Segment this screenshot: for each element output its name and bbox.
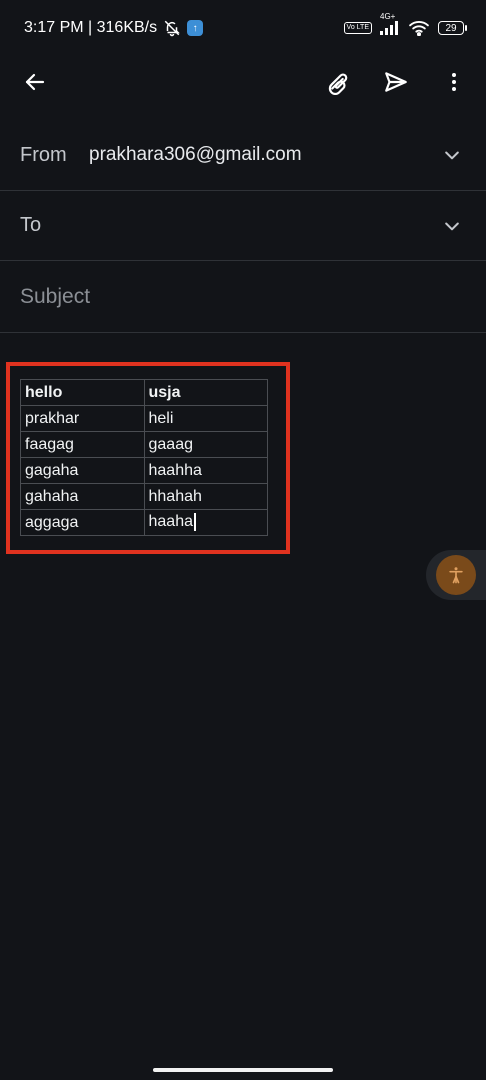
from-label: From [20,143,67,166]
upload-badge-icon: ↑ [187,20,204,36]
signal-icon: 4G+ [380,12,400,35]
table-cell[interactable]: heli [143,405,268,432]
home-indicator[interactable] [153,1068,333,1072]
send-button[interactable] [374,56,418,108]
to-row[interactable]: To [0,191,486,261]
table-cell[interactable]: faagag [20,431,145,458]
more-vert-icon [452,73,456,91]
status-left: 3:17 PM | 316KB/s ↑ [24,19,204,37]
table-cell[interactable]: gaaag [143,431,268,458]
battery-icon: 29 [438,21,467,35]
from-row[interactable]: From prakhara306@gmail.com [0,120,486,191]
arrow-left-icon [25,73,45,91]
more-options-button[interactable] [432,56,476,108]
table-cell[interactable]: aggaga [20,509,145,536]
table-header-row: hello usja [20,379,268,406]
table-row: faagag gaaag [20,431,268,458]
status-right: Vo LTE 4G+ 29 [343,12,467,36]
table-cell[interactable]: hhahah [143,483,268,510]
chevron-down-icon[interactable] [442,216,462,236]
chevron-down-icon[interactable] [442,145,462,165]
text-cursor [194,513,196,532]
table-header-cell[interactable]: hello [20,379,145,406]
from-value[interactable]: prakhara306@gmail.com [89,144,302,166]
table-cell[interactable]: gagaha [20,457,145,484]
paperclip-icon [328,73,348,95]
attach-button[interactable] [316,56,360,108]
send-icon [385,72,407,92]
back-button[interactable] [13,56,57,108]
status-time-speed: 3:17 PM | 316KB/s [24,19,158,36]
to-label: To [20,214,42,236]
table-header-cell[interactable]: usja [143,379,268,406]
subject-row[interactable]: Subject [0,261,486,333]
email-body-table[interactable]: hello usja prakhar heli faagag gaaag gag… [20,379,268,536]
network-type: 4G+ [380,12,396,21]
table-row: aggaga haaha [20,509,268,536]
table-row: prakhar heli [20,405,268,432]
volte-icon: Vo LTE [343,22,372,34]
table-row: gahaha hhahah [20,483,268,510]
table-row: gagaha haahha [20,457,268,484]
table-cell-with-cursor[interactable]: haaha [143,509,268,536]
table-cell[interactable]: haahha [143,457,268,484]
table-cell[interactable]: gahaha [20,483,145,510]
accessibility-icon [436,555,476,595]
table-cell[interactable]: prakhar [20,405,145,432]
subject-input[interactable]: Subject [20,285,90,309]
status-bar: 3:17 PM | 316KB/s ↑ Vo LTE 4G+ 29 [0,0,486,56]
compose-toolbar [0,56,486,108]
table-cell-text: haaha [148,513,194,531]
mute-notification-icon [163,19,181,37]
wifi-icon [408,20,430,36]
floating-accessibility-button[interactable] [426,550,486,600]
